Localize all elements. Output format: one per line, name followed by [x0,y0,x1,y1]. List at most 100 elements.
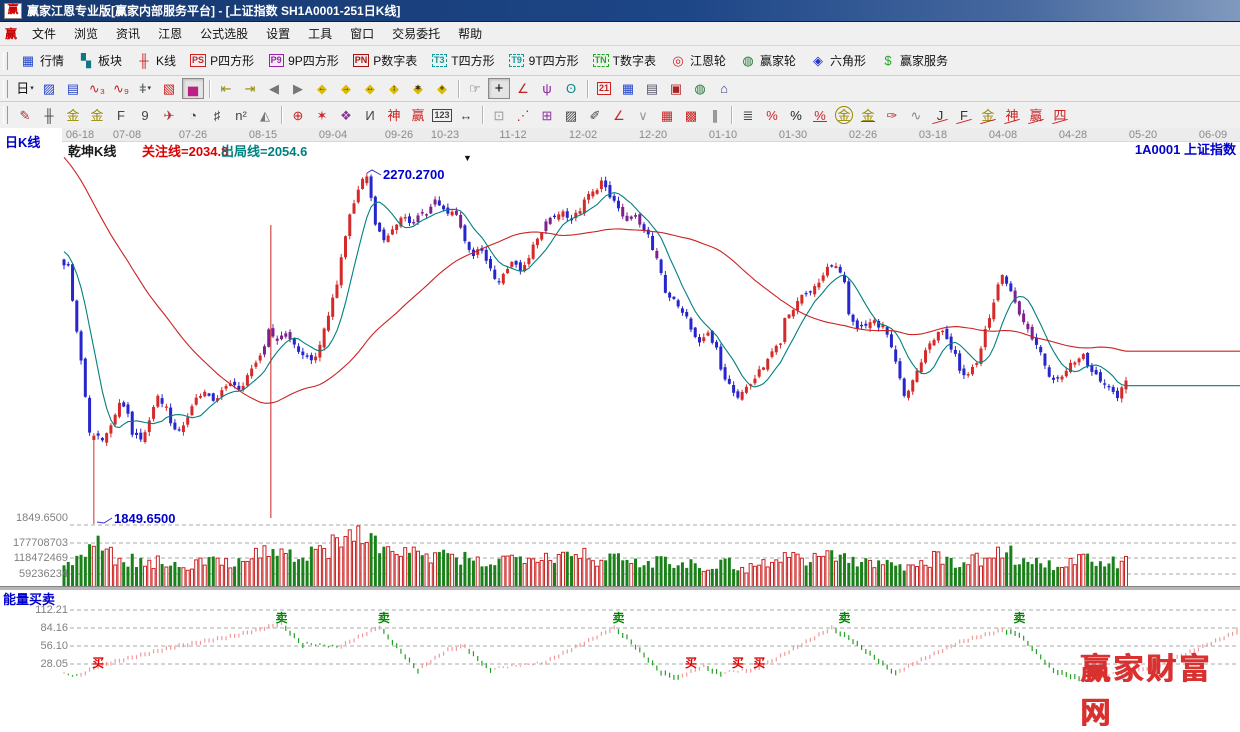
tool-k-note[interactable]: И [359,105,381,126]
tool-pattern-window[interactable]: ▨ [38,78,60,99]
tool-frame-tool[interactable]: ⊡ [488,105,510,126]
tool-save[interactable]: ▣ [665,78,687,99]
tool-zigzag[interactable]: ∨ [632,105,654,126]
tool-four-angle[interactable]: 四 [1049,105,1071,126]
tool-spiral-tool[interactable]: ʘ [560,78,582,99]
tool-star-box[interactable]: ❖ [335,105,357,126]
tool-mark-brush[interactable]: ✑ [881,105,903,126]
kline-chart-canvas[interactable]: 06-1807-0807-2608-1509-0409-2610-2311-12… [0,128,1240,684]
tb-sectors-button[interactable]: ▚板块 [71,50,129,71]
tool-gold-angle[interactable]: 金 [977,105,999,126]
tool-gold-grid-b[interactable]: 金 [86,105,108,126]
expand-caret-icon[interactable]: ▼ [463,153,472,163]
menu-gann[interactable]: 江恩 [149,21,191,46]
tb-9p-square-button[interactable]: P99P四方形 [261,50,346,71]
menu-tools[interactable]: 工具 [299,21,341,46]
tb-quotes-button[interactable]: ▦行情 [13,50,71,71]
toolbar-grip[interactable] [3,80,8,98]
tool-win-grid[interactable]: 赢 [407,105,429,126]
tool-width-measure[interactable]: ↔ [455,105,477,126]
tool-percent[interactable]: % [785,105,807,126]
tool-ruler-123[interactable]: 123 [431,105,453,126]
tool-pattern-red[interactable]: ▧ [158,78,180,99]
tool-workstation[interactable]: ⌂ [713,78,735,99]
tool-gold-grid-a[interactable]: 金 [62,105,84,126]
tool-price-ruler[interactable]: ≣ [737,105,759,126]
tool-fan-box-purple[interactable]: ⊞ [536,105,558,126]
tool-percent-levels[interactable]: % [809,105,831,126]
tool-golden-circle[interactable]: 金 [835,106,853,124]
tb-p-square-button[interactable]: PSP四方形 [183,50,261,71]
tb-winner-service-button[interactable]: $赢家服务 [873,50,955,71]
tool-star-burst[interactable]: ✶ [311,105,333,126]
tb-hexagon-button[interactable]: ◈六角形 [803,50,873,71]
tool-shen-grid[interactable]: 神 [383,105,405,126]
tool-j-angle[interactable]: J [929,105,951,126]
tb-winner-wheel-button[interactable]: ◍赢家轮 [733,50,803,71]
tool-wave-tool[interactable]: ∿ [905,105,927,126]
pane-splitter[interactable] [0,586,1240,591]
menu-formula-stock-pick[interactable]: 公式选股 [191,21,257,46]
tool-trend-pen[interactable]: ✐ [584,105,606,126]
tool-diamond-left[interactable]: ◆← [311,78,333,99]
tool-memo[interactable]: ▤ [641,78,663,99]
tool-calendar-21[interactable]: 21 [593,78,615,99]
tool-angle-measure[interactable]: ∠ [512,78,534,99]
tool-tick-grid[interactable]: ╫ [38,105,60,126]
tool-f-angle[interactable]: F [953,105,975,126]
tool-grid-box-red[interactable]: ▦ [656,105,678,126]
tool-n-squared[interactable]: n² [230,105,252,126]
tool-info-panel[interactable]: ▤ [62,78,84,99]
tool-diamond-right[interactable]: ◆→ [335,78,357,99]
menu-news[interactable]: 资讯 [107,21,149,46]
menu-settings[interactable]: 设置 [257,21,299,46]
tool-cycle-sampler[interactable]: ǂ▾ [134,78,156,99]
tool-nine-spiral[interactable]: 9 [134,105,156,126]
tool-fan-red[interactable]: ⋰ [512,105,534,126]
tool-go-last[interactable]: ⇥ [239,78,261,99]
tool-tick-grid-2[interactable]: ♯ [206,105,228,126]
tool-calculator[interactable]: ▦ [617,78,639,99]
tool-angle-line[interactable]: ∠ [608,105,630,126]
tool-go-first[interactable]: ⇤ [215,78,237,99]
tool-golden-lines[interactable]: 金 [857,105,879,126]
tool-grid-box-red2[interactable]: ▩ [680,105,702,126]
tool-crosshair[interactable]: + [488,78,510,99]
tool-energy-histogram[interactable]: ▅ [182,78,204,99]
tool-parallel-lines[interactable]: ∥ [704,105,726,126]
menu-browse[interactable]: 浏览 [65,21,107,46]
menu-trade-order[interactable]: 交易委托 [383,21,449,46]
tb-p-number-table-button[interactable]: PNP数字表 [346,50,425,71]
tb-9t-square-button[interactable]: T99T四方形 [502,50,586,71]
tool-time-circle[interactable]: ◔ [182,105,204,126]
tb-t-square-button[interactable]: T3T四方形 [424,50,501,71]
tool-diamond-expand[interactable]: ◆+ [431,78,453,99]
tb-t-number-table-button[interactable]: TNT数字表 [586,50,663,71]
tool-diamond-star[interactable]: ◆✶ [407,78,429,99]
tool-shen-angle[interactable]: 神 [1001,105,1023,126]
tb-kline-button[interactable]: ╫K线 [129,50,183,71]
tool-web-export[interactable]: ◍ [689,78,711,99]
tool-diamond-hswap[interactable]: ◆↔ [359,78,381,99]
menu-help[interactable]: 帮助 [449,21,491,46]
tool-compass-target[interactable]: ⊕ [287,105,309,126]
menu-window[interactable]: 窗口 [341,21,383,46]
tool-go-prev[interactable]: ◀ [263,78,285,99]
tool-diamond-vswap[interactable]: ◆↕ [383,78,405,99]
tool-go-next[interactable]: ▶ [287,78,309,99]
menu-file[interactable]: 文件 [23,21,65,46]
tool-win-angle[interactable]: 赢 [1025,105,1047,126]
tool-percent-retrace[interactable]: % [761,105,783,126]
tool-prism[interactable]: ◭ [254,105,276,126]
tool-gann-box-tool[interactable]: ψ [536,78,558,99]
tool-pan-hand[interactable]: ☞ [464,78,486,99]
tool-f-grid[interactable]: F [110,105,132,126]
toolbar-grip[interactable] [3,106,8,124]
tool-period-daily[interactable]: 日▾ [14,78,36,99]
toolbar-grip[interactable] [3,52,8,70]
tool-draw-knife[interactable]: ✎ [14,105,36,126]
tool-wave-3[interactable]: ∿₃ [86,78,108,99]
tb-gann-wheel-button[interactable]: ◎江恩轮 [663,50,733,71]
tool-fan-box-dark[interactable]: ▨ [560,105,582,126]
tool-rocket-tool[interactable]: ✈ [158,105,180,126]
